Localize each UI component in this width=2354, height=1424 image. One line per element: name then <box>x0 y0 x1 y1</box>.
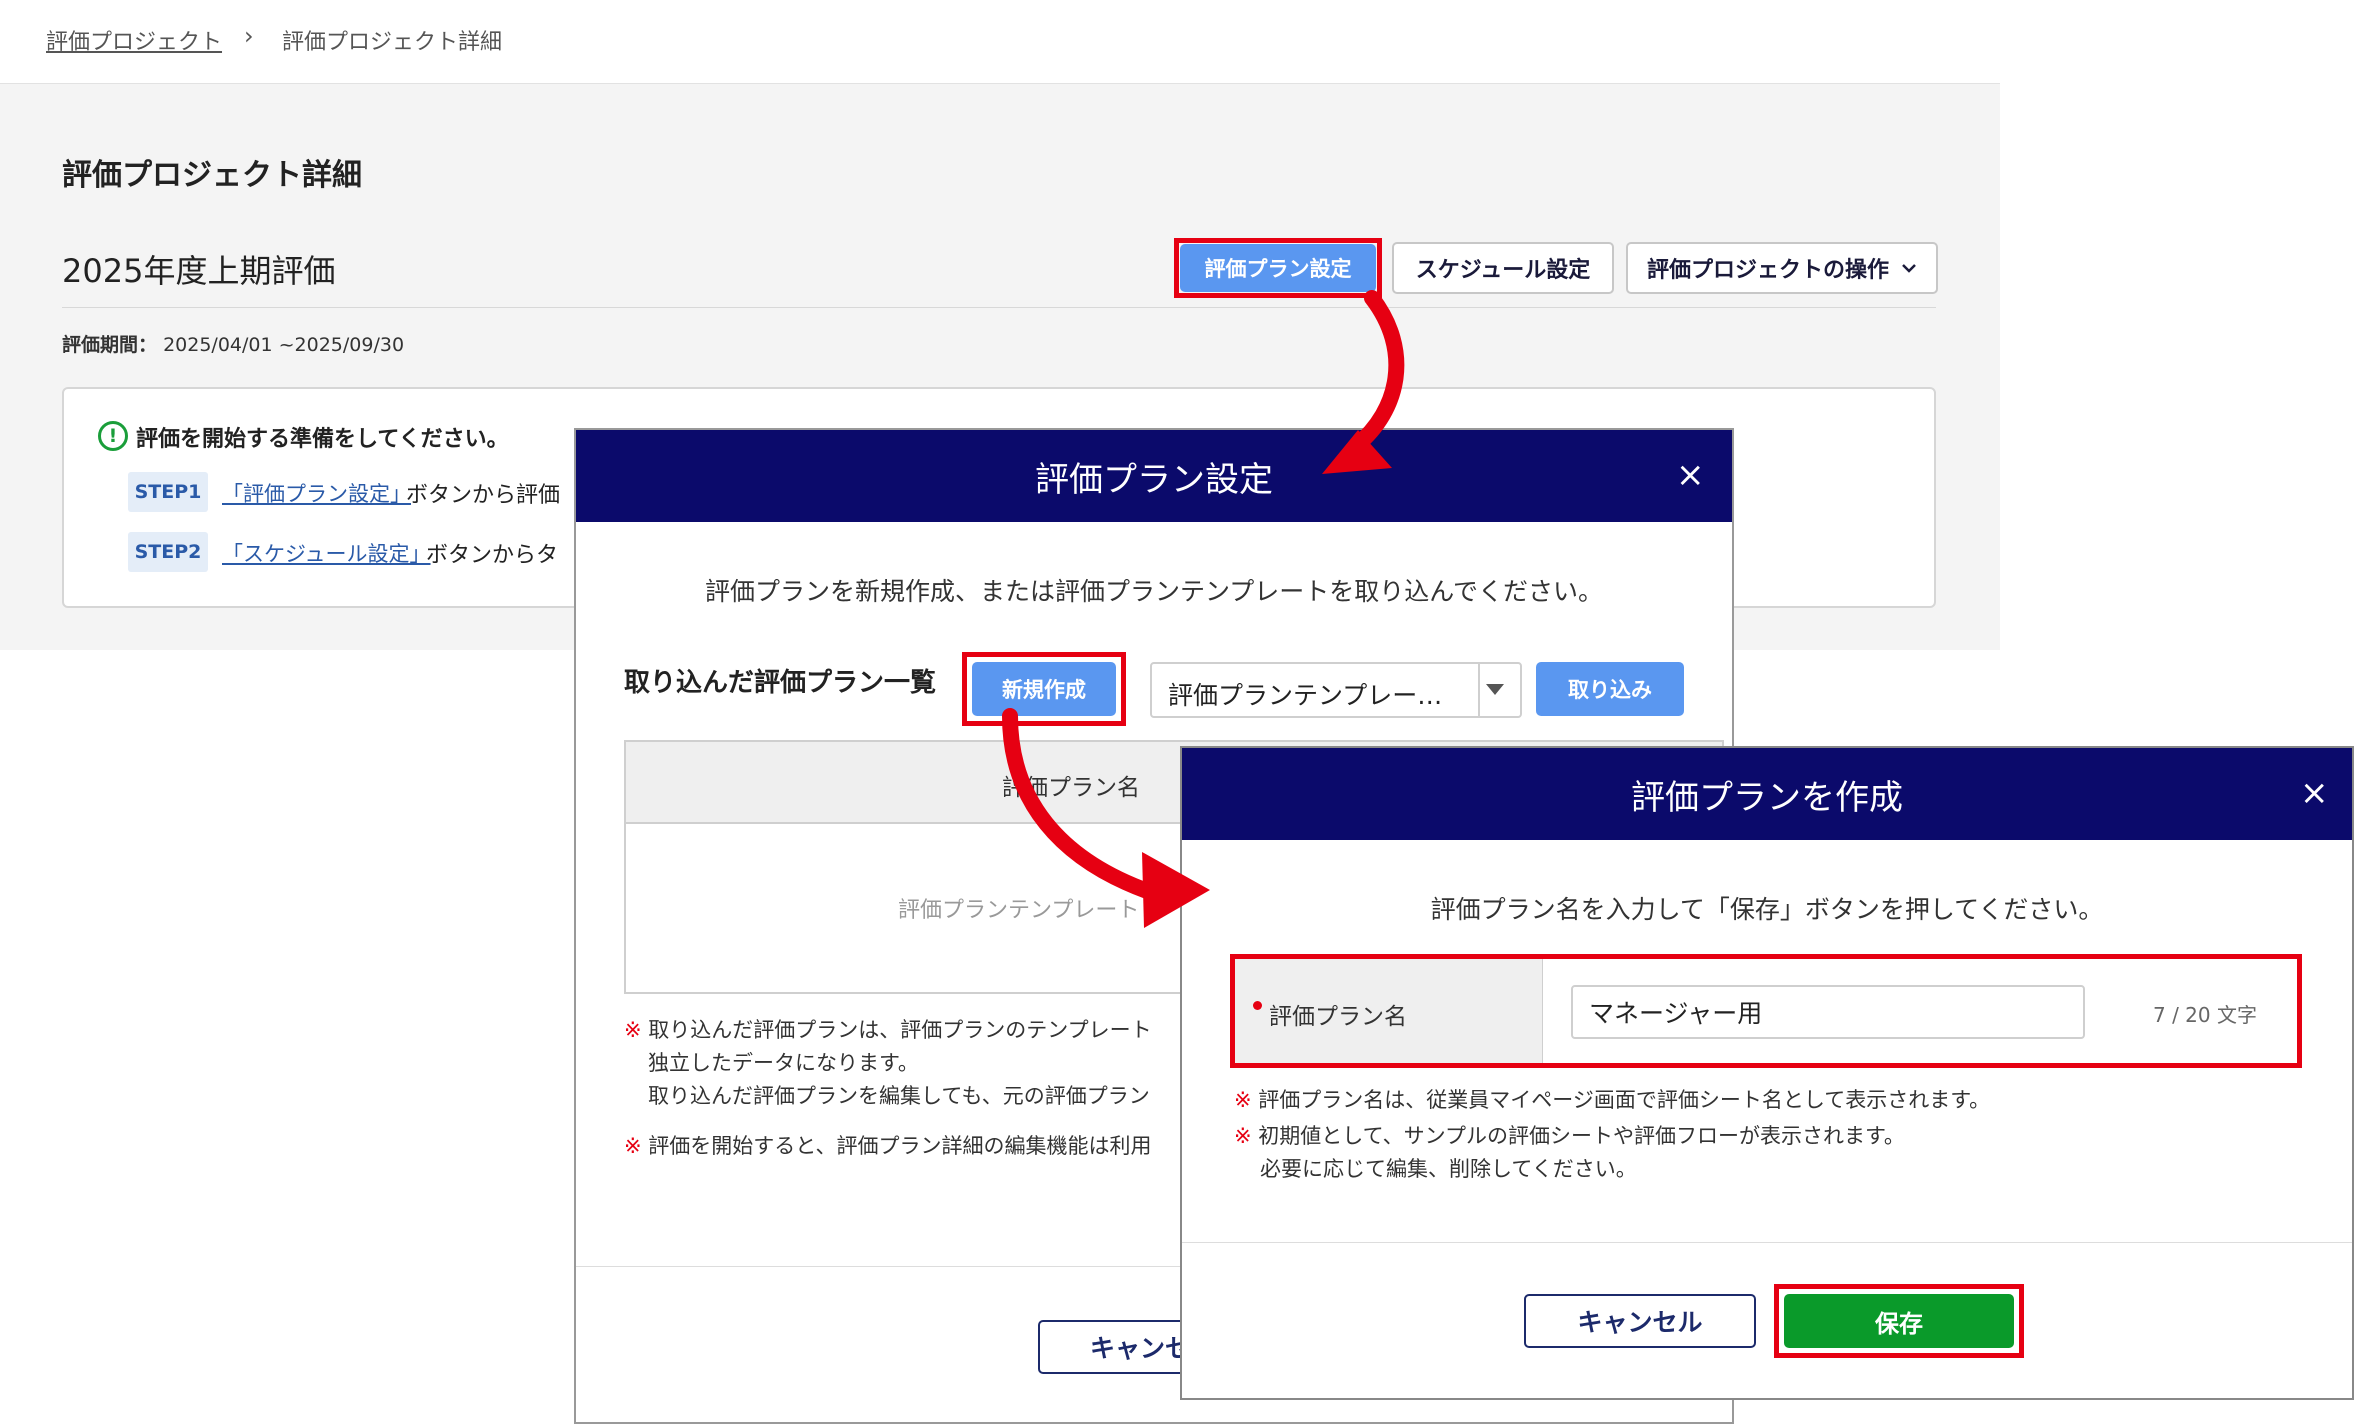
modal-header: 評価プラン設定 <box>576 430 1732 522</box>
plan-name-field-row: 評価プラン名 7 / 20 文字 <box>1230 954 2302 1064</box>
step1-plan-settings-link[interactable]: 「評価プラン設定」 <box>222 478 411 508</box>
chevron-right-icon: › <box>244 22 254 50</box>
note-line: 必要に応じて編集、削除してください。 <box>1260 1157 1637 1181</box>
note-line: 取り込んだ評価プランを編集しても、元の評価プラン <box>648 1084 1150 1108</box>
caret-down-icon <box>1486 684 1504 695</box>
note-mark: ※ <box>624 1018 642 1042</box>
plan-name-label: 評価プラン名 <box>1269 1004 1407 1030</box>
project-actions-label: 評価プロジェクトの操作 <box>1646 258 1889 283</box>
evaluation-period: 評価期間： 2025/04/01 ~2025/09/30 <box>62 330 404 357</box>
page-title: 評価プロジェクト詳細 <box>62 158 362 193</box>
plan-note-2: ※ 評価を開始すると、評価プラン詳細の編集機能は利用 <box>624 1130 1151 1163</box>
modal-title: 評価プランを作成 <box>1631 777 1903 818</box>
imported-plan-list-label: 取り込んだ評価プラン一覧 <box>624 668 937 698</box>
period-label: 評価期間： <box>62 334 158 356</box>
schedule-settings-button[interactable]: スケジュール設定 <box>1392 242 1614 294</box>
plan-note-1: ※ 取り込んだ評価プランは、評価プランのテンプレート 独立したデータになります。… <box>624 1014 1152 1113</box>
step1-text: ボタンから評価 <box>406 483 561 508</box>
modal-header: 評価プランを作成 <box>1182 748 2352 840</box>
table-empty-message: 評価プランテンプレート <box>898 898 1140 923</box>
close-icon[interactable]: × <box>1676 458 1705 492</box>
modal-footer-divider <box>1182 1242 2352 1243</box>
project-name: 2025年度上期評価 <box>62 252 336 290</box>
column-header-plan-name: 評価プラン名 <box>1002 775 1140 801</box>
field-label-cell: 評価プラン名 <box>1231 955 1543 1063</box>
step2-schedule-settings-link[interactable]: 「スケジュール設定」 <box>222 538 431 568</box>
note-mark: ※ <box>1234 1088 1252 1112</box>
modal-title: 評価プラン設定 <box>1035 459 1273 500</box>
template-select-value: 評価プランテンプレー… <box>1168 681 1443 710</box>
select-divider <box>1478 664 1480 716</box>
project-actions-dropdown[interactable]: 評価プロジェクトの操作 <box>1626 242 1938 294</box>
note-line: 評価を開始すると、評価プラン詳細の編集機能は利用 <box>648 1134 1152 1158</box>
note-line: 独立したデータになります。 <box>648 1051 919 1075</box>
step1-tag: STEP1 <box>128 472 208 512</box>
close-icon[interactable]: × <box>2300 776 2329 810</box>
breadcrumb: 評価プロジェクト › 評価プロジェクト詳細 <box>0 0 2000 84</box>
char-count: 7 / 20 文字 <box>2153 1003 2257 1027</box>
notice-title: 評価を開始する準備をしてください。 <box>136 427 509 452</box>
modal-instruction: 評価プランを新規作成、または評価プランテンプレートを取り込んでください。 <box>704 577 1603 606</box>
create-note-1: ※ 評価プラン名は、従業員マイページ画面で評価シート名として表示されます。 <box>1234 1084 1990 1117</box>
import-button[interactable]: 取り込み <box>1536 662 1684 716</box>
exclamation-icon: ! <box>98 421 128 451</box>
step2-tag: STEP2 <box>128 532 208 572</box>
plan-settings-button[interactable]: 評価プラン設定 <box>1180 244 1376 292</box>
cancel-button[interactable]: キャンセル <box>1524 1294 1756 1348</box>
plan-name-input[interactable] <box>1571 985 2085 1039</box>
create-note-2: ※ 初期値として、サンプルの評価シートや評価フローが表示されます。 必要に応じて… <box>1234 1120 1905 1186</box>
template-select[interactable]: 評価プランテンプレー… <box>1150 662 1522 718</box>
breadcrumb-current: 評価プロジェクト詳細 <box>282 30 503 55</box>
create-plan-modal: 評価プランを作成 × 評価プラン名を入力して「保存」ボタンを押してください。 評… <box>1180 746 2354 1400</box>
chevron-down-icon <box>1902 264 1916 273</box>
period-value: 2025/04/01 ~2025/09/30 <box>163 334 405 356</box>
modal-instruction: 評価プラン名を入力して「保存」ボタンを押してください。 <box>1430 895 2104 924</box>
breadcrumb-link-projects[interactable]: 評価プロジェクト <box>46 24 222 56</box>
note-line: 取り込んだ評価プランは、評価プランのテンプレート <box>648 1018 1152 1042</box>
note-line: 初期値として、サンプルの評価シートや評価フローが表示されます。 <box>1258 1124 1905 1148</box>
required-marker <box>1253 1001 1262 1010</box>
divider <box>62 307 1936 308</box>
note-line: 評価プラン名は、従業員マイページ画面で評価シート名として表示されます。 <box>1258 1088 1991 1112</box>
note-mark: ※ <box>624 1134 642 1158</box>
save-button[interactable]: 保存 <box>1784 1294 2014 1348</box>
step2-text: ボタンからタ <box>426 543 559 568</box>
note-mark: ※ <box>1234 1124 1252 1148</box>
new-plan-button[interactable]: 新規作成 <box>972 662 1116 716</box>
